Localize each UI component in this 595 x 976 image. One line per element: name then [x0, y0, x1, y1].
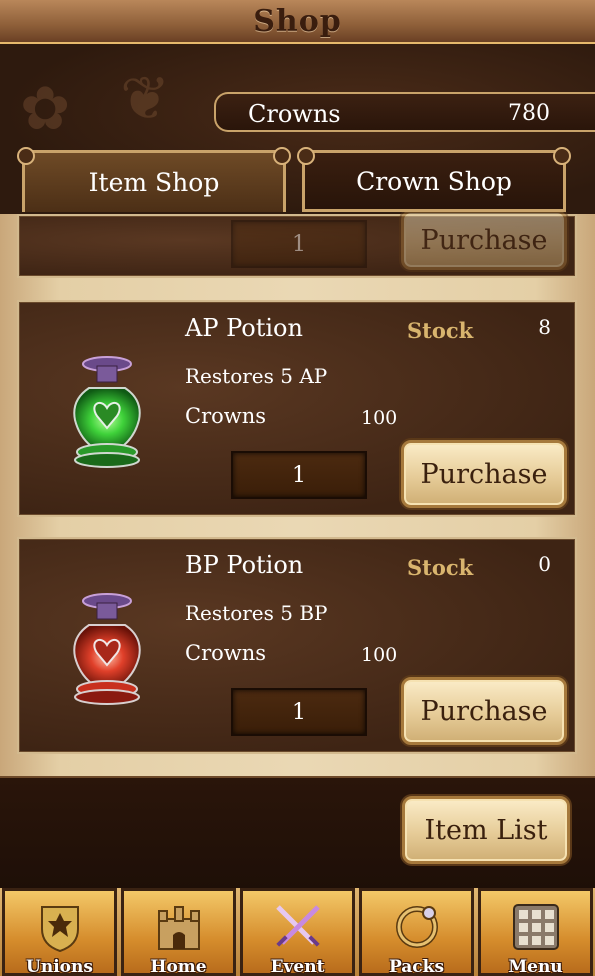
- shop-screen: Shop ✿ ❦ Crowns 780 1 Purchase AP Potion…: [0, 0, 595, 976]
- item-list-button[interactable]: Item List: [402, 796, 570, 864]
- tab-label: Item Shop: [88, 168, 220, 197]
- stock-value: 8: [538, 315, 551, 339]
- price-value: 100: [361, 407, 398, 429]
- tab-corner-ornament-icon: [17, 147, 35, 165]
- castle-icon: [157, 906, 200, 950]
- shop-item-card-ap-potion: AP Potion Stock 8 Restores 5 AP Crowns 1…: [17, 300, 577, 517]
- nav-item-event[interactable]: Event: [240, 888, 355, 976]
- item-name: BP Potion: [185, 551, 304, 579]
- price-label: Crowns: [185, 641, 267, 665]
- nav-item-menu[interactable]: Menu: [478, 888, 593, 976]
- nav-label: Menu: [508, 957, 563, 976]
- nav-item-packs[interactable]: Packs: [359, 888, 474, 976]
- decorative-swirl-icon: ✿: [20, 74, 71, 144]
- item-description: Restores 5 BP: [185, 601, 328, 625]
- tab-corner-ornament-icon: [297, 147, 315, 165]
- currency-label: Crowns: [248, 100, 341, 128]
- tab-item-shop[interactable]: Item Shop: [17, 147, 291, 212]
- price-value: 100: [361, 644, 398, 666]
- crowns-balance: Crowns 780: [214, 92, 595, 132]
- crossed-swords-icon: [275, 905, 320, 947]
- item-description: Restores 5 AP: [185, 364, 328, 388]
- purchase-button[interactable]: Purchase: [401, 677, 567, 745]
- shop-item-card-bp-potion: BP Potion Stock 0 Restores 5 BP Crowns 1…: [17, 537, 577, 754]
- grid-icon: [512, 904, 559, 950]
- nav-label: Unions: [26, 957, 93, 976]
- title-bar: Shop: [0, 0, 595, 44]
- currency-value: 780: [508, 101, 550, 126]
- stock-value: 0: [538, 552, 551, 576]
- tab-crown-shop[interactable]: Crown Shop: [297, 147, 571, 212]
- purchase-button[interactable]: Purchase: [401, 210, 567, 270]
- nav-item-unions[interactable]: Unions: [2, 888, 117, 976]
- shop-item-card-partial: 1 Purchase: [17, 210, 577, 278]
- bottom-nav: Unions Home Event Packs Menu: [0, 888, 595, 976]
- nav-label: Home: [150, 957, 207, 976]
- quantity-selector[interactable]: 1: [231, 688, 367, 736]
- nav-label: Packs: [388, 957, 445, 976]
- tab-label: Crown Shop: [356, 166, 512, 196]
- decorative-swirl-icon: ❦: [120, 64, 171, 134]
- green-potion-icon: [73, 356, 141, 468]
- nav-item-home[interactable]: Home: [121, 888, 236, 976]
- crest-icon: [40, 906, 79, 953]
- nav-label: Event: [270, 957, 325, 976]
- quantity-selector[interactable]: 1: [231, 451, 367, 499]
- tab-corner-ornament-icon: [273, 147, 291, 165]
- ring-icon: [395, 906, 438, 948]
- price-label: Crowns: [185, 404, 267, 428]
- stock-label: Stock: [407, 555, 474, 580]
- tab-corner-ornament-icon: [553, 147, 571, 165]
- item-name: AP Potion: [185, 314, 303, 342]
- page-title: Shop: [253, 3, 342, 39]
- stock-label: Stock: [407, 318, 474, 343]
- purchase-button[interactable]: Purchase: [401, 440, 567, 508]
- red-potion-icon: [73, 593, 141, 705]
- quantity-selector[interactable]: 1: [231, 220, 367, 268]
